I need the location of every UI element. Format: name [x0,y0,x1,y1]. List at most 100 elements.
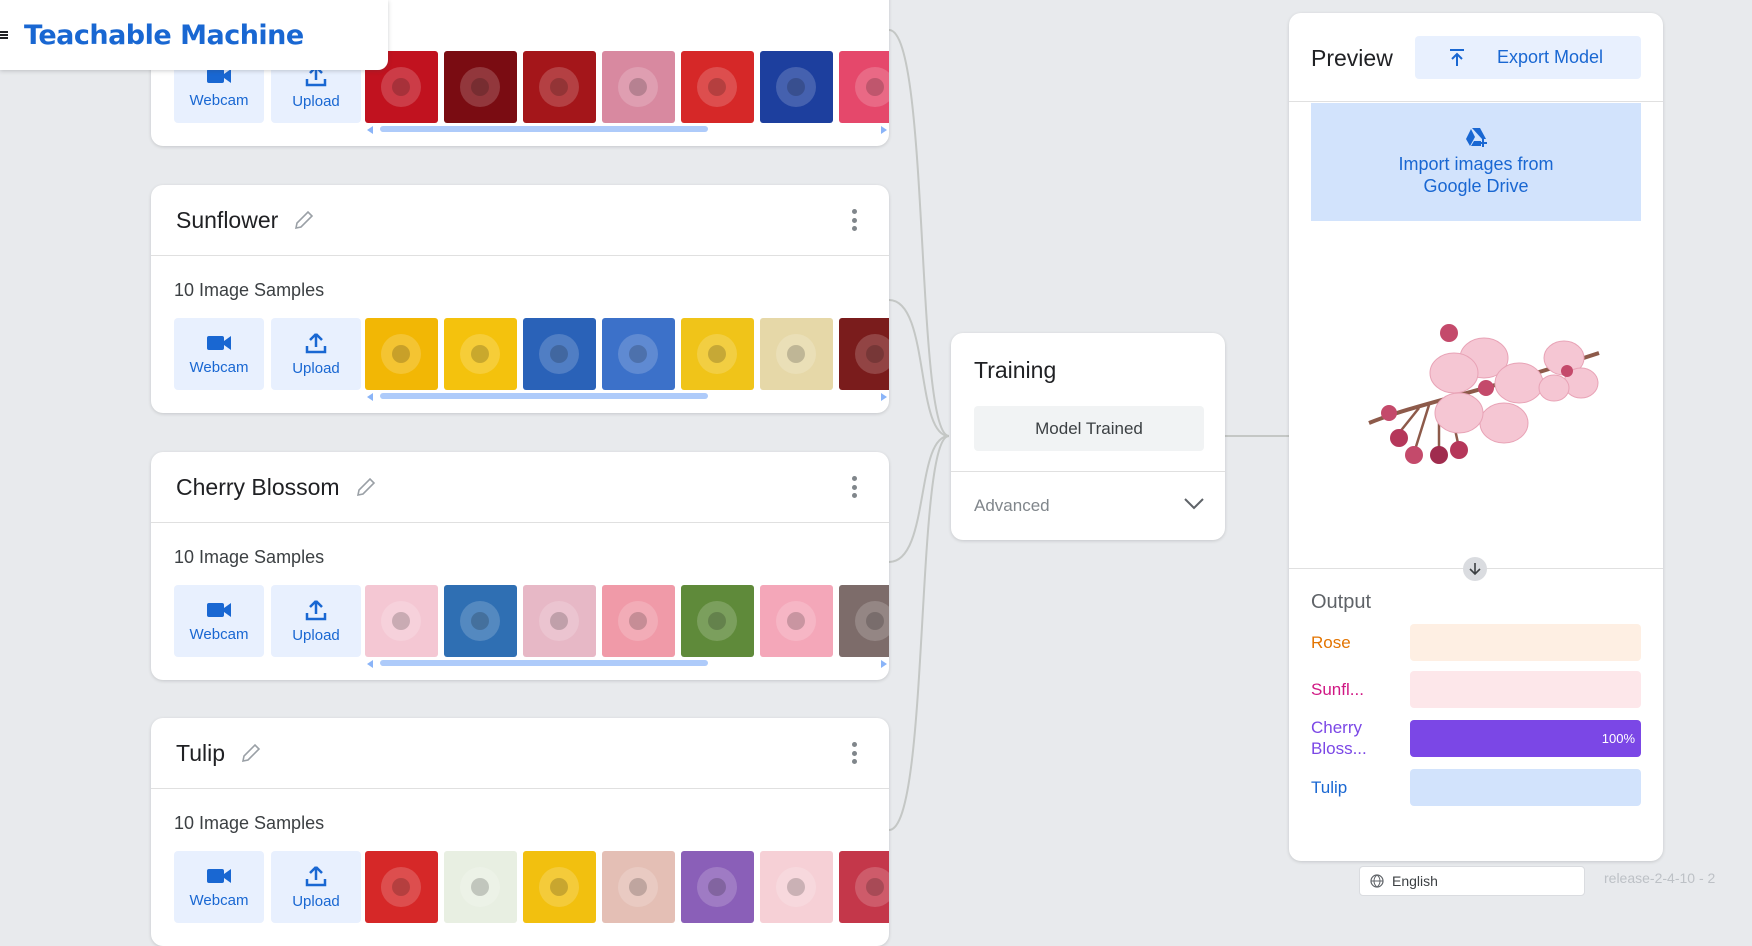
export-model-button[interactable]: Export Model [1415,36,1641,79]
sample-thumbnail[interactable] [365,851,438,923]
sample-thumbnail[interactable] [365,585,438,657]
import-line-2: Google Drive [1423,176,1529,196]
upload-button[interactable]: Upload [271,318,361,390]
app-title[interactable]: Teachable Machine [24,20,304,51]
card-header: Sunflower [151,185,889,256]
menu-icon[interactable] [0,28,10,42]
upload-label: Upload [292,626,340,644]
upload-button[interactable]: Upload [271,851,361,923]
class-card-tulip: Tulip 10 Image Samples Webcam Upload [151,718,889,946]
class-name[interactable]: Tulip [176,740,225,767]
samples-count: 10 Image Samples [174,813,325,833]
class-name[interactable]: Sunflower [176,207,278,234]
sample-thumbnail[interactable] [523,851,596,923]
sample-thumbnail[interactable] [602,51,675,123]
output-label: Rose [1311,632,1351,652]
chevron-down-icon[interactable] [1183,496,1205,512]
upload-icon [305,332,327,353]
model-trained-button[interactable]: Model Trained [974,406,1204,451]
sample-thumbnail[interactable] [444,851,517,923]
sample-thumbnail[interactable] [444,585,517,657]
webcam-button[interactable]: Webcam [174,318,264,390]
advanced-toggle[interactable]: Advanced [974,496,1050,516]
thumbnail-scrollbar[interactable] [365,658,889,668]
sample-thumbnail[interactable] [839,585,889,657]
output-label: Sunfl... [1311,679,1364,699]
thumbnail-scrollbar[interactable] [365,391,889,401]
class-card-cherry-blossom: Cherry Blossom 10 Image Samples Webcam U… [151,452,889,680]
sample-thumbnail[interactable] [839,851,889,923]
pencil-icon[interactable] [354,475,378,499]
google-drive-icon [1466,128,1487,147]
class-name[interactable]: Cherry Blossom [176,474,340,501]
sample-thumbnail[interactable] [681,51,754,123]
output-row: Cherry Bloss... 100% [1311,718,1641,758]
preview-panel: Preview Export Model Import images from … [1289,13,1663,861]
card-header: Cherry Blossom [151,452,889,523]
sample-thumbnail[interactable] [523,318,596,390]
sample-thumbnail[interactable] [760,851,833,923]
divider [951,471,1225,472]
sample-thumbnail[interactable] [602,318,675,390]
sample-thumbnail[interactable] [444,51,517,123]
training-title: Training [974,357,1057,383]
sample-thumbnail[interactable] [602,585,675,657]
samples-count: 10 Image Samples [174,280,325,300]
output-label: Cherry Bloss... [1311,718,1367,758]
output-row: Rose [1311,623,1641,661]
sample-thumbnail[interactable] [523,51,596,123]
import-google-drive-button[interactable]: Import images from Google Drive [1311,103,1641,221]
pencil-icon[interactable] [292,208,316,232]
class-card-sunflower: Sunflower 10 Image Samples Webcam Upload [151,185,889,413]
sample-thumbnail[interactable] [365,318,438,390]
sample-thumbnail[interactable] [681,851,754,923]
language-select[interactable]: English [1359,866,1585,896]
pencil-icon[interactable] [239,741,263,765]
webcam-button[interactable]: Webcam [174,851,264,923]
sample-thumbnail[interactable] [839,51,889,123]
arrow-down-icon[interactable] [1463,557,1487,581]
confidence-bar [1410,769,1641,806]
webcam-button[interactable]: Webcam [174,585,264,657]
sample-thumbnail[interactable] [444,318,517,390]
preview-title: Preview [1311,45,1393,71]
sample-thumbnail[interactable] [602,851,675,923]
sample-thumbnails [365,851,889,923]
sample-thumbnail[interactable] [681,585,754,657]
sample-thumbnail[interactable] [760,318,833,390]
sample-thumbnails [365,585,889,657]
sample-thumbnail[interactable] [760,585,833,657]
webcam-icon [207,335,231,350]
sample-thumbnails [365,318,889,390]
upload-icon [305,599,327,620]
training-panel: Training Model Trained Advanced [951,333,1225,540]
webcam-icon [207,602,231,617]
sample-thumbnail[interactable] [760,51,833,123]
upload-label: Upload [292,892,340,910]
release-version: release-2-4-10 - 2 [1604,870,1716,886]
webcam-label: Webcam [189,891,249,909]
sample-thumbnails [365,51,889,123]
export-model-label: Export Model [1497,47,1604,67]
sample-thumbnail[interactable] [523,585,596,657]
import-line-1: Import images from [1398,154,1554,174]
upload-button[interactable]: Upload [271,585,361,657]
confidence-bar: 100% [1410,720,1641,757]
card-header: Tulip [151,718,889,789]
globe-icon [1370,874,1384,888]
cherry-blossom-preview-image [1368,324,1600,464]
webcam-label: Webcam [189,91,249,109]
confidence-bar [1410,671,1641,708]
upload-label: Upload [292,359,340,377]
output-title: Output [1311,591,1372,613]
thumbnail-scrollbar[interactable] [365,124,889,134]
confidence-percent: 100% [1601,731,1635,746]
output-label: Tulip [1311,777,1348,797]
sample-thumbnail[interactable] [681,318,754,390]
sample-thumbnail[interactable] [839,318,889,390]
more-options-icon[interactable] [851,742,857,764]
upload-icon [305,865,327,886]
more-options-icon[interactable] [851,476,857,498]
more-options-icon[interactable] [851,209,857,231]
app-header: Teachable Machine [0,0,388,70]
